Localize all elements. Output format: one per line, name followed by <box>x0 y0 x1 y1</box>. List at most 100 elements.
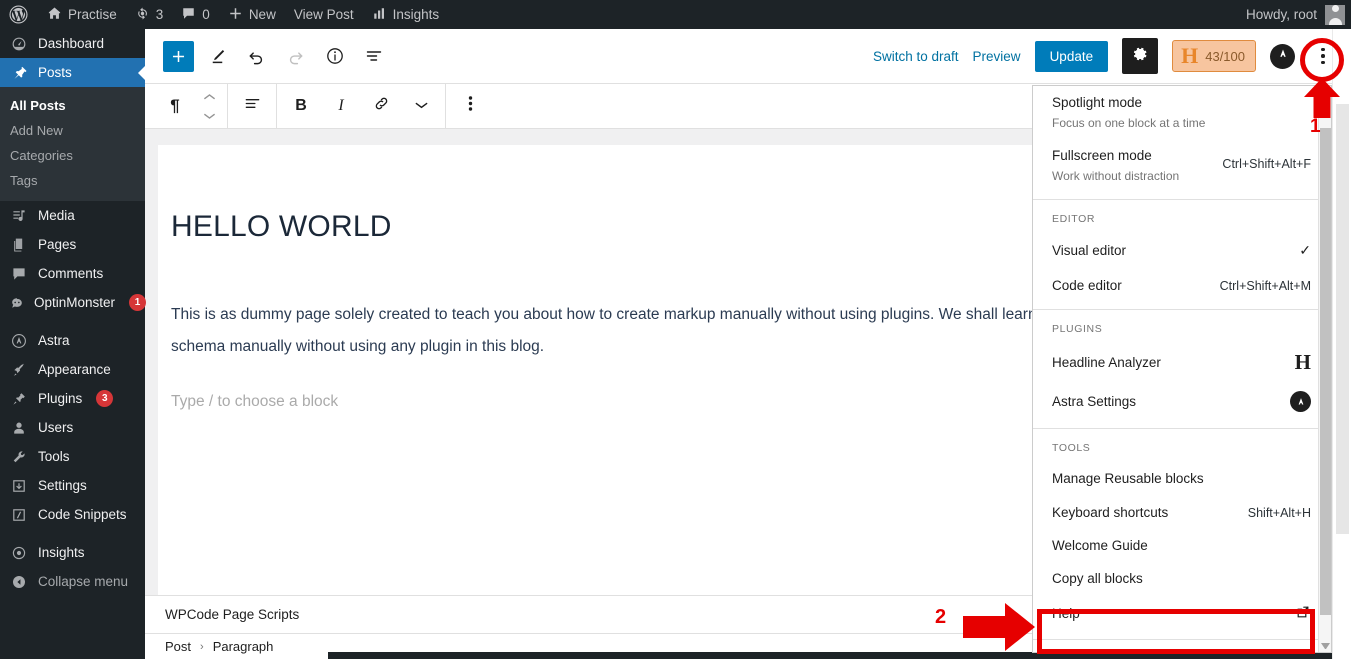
info-button[interactable] <box>319 41 350 72</box>
plugins-badge: 3 <box>96 390 114 407</box>
scroll-down-arrow-icon[interactable] <box>1321 643 1330 652</box>
gear-icon <box>1131 45 1149 68</box>
insights-icon <box>9 545 29 561</box>
updates-indicator[interactable]: 3 <box>126 0 173 29</box>
annotation-step-2: 2 <box>935 606 947 628</box>
list-view-button[interactable] <box>358 41 389 72</box>
astra-icon <box>1290 391 1311 412</box>
editor-options-menu: Spotlight mode Focus on one block at a t… <box>1032 85 1332 653</box>
headline-analyzer-badge[interactable]: H 43/100 <box>1172 40 1256 72</box>
dashboard-icon <box>9 36 29 52</box>
menu-item-welcome-guide[interactable]: Welcome Guide <box>1033 529 1331 562</box>
sidebar-item-appearance[interactable]: Appearance <box>0 355 145 384</box>
home-icon <box>47 6 62 24</box>
menu-item-manage-reusable-blocks[interactable]: Manage Reusable blocks <box>1033 462 1331 495</box>
align-button[interactable] <box>232 84 272 128</box>
page-scrollbar[interactable] <box>1332 29 1351 659</box>
site-name-practise[interactable]: Practise <box>38 0 126 29</box>
menu-divider-3 <box>1033 428 1331 429</box>
menu-item-keyboard-shortcuts[interactable]: Keyboard shortcuts Shift+Alt+H <box>1033 495 1331 529</box>
updates-count: 3 <box>155 7 164 22</box>
page-scrollbar-thumb[interactable] <box>1336 104 1349 534</box>
sidebar-item-insights[interactable]: Insights <box>0 538 145 567</box>
sidebar-item-tags[interactable]: Tags <box>0 168 145 193</box>
menu-group-tools: Tools <box>1052 442 1091 454</box>
edit-tool-button[interactable] <box>202 41 233 72</box>
insights-menu[interactable]: Insights <box>363 0 449 29</box>
account-area[interactable]: Howdy, root <box>1246 4 1351 25</box>
sidebar-item-label: Astra <box>38 333 70 348</box>
preview-button[interactable]: Preview <box>973 49 1021 64</box>
post-paragraph-block[interactable]: This is as dummy page solely created to … <box>158 299 1158 363</box>
move-block-stepper[interactable] <box>195 84 223 128</box>
comments-icon <box>9 266 29 282</box>
sidebar-item-media[interactable]: Media <box>0 201 145 230</box>
code-snippets-icon <box>9 507 29 523</box>
menu-item-code-editor[interactable]: Code editor Ctrl+Shift+Alt+M <box>1033 268 1331 302</box>
annotation-arrow-right <box>963 603 1035 651</box>
sidebar-item-label: Plugins <box>38 391 83 406</box>
headline-analyzer-icon: H <box>1294 350 1311 374</box>
new-label: New <box>248 7 276 22</box>
view-post-link[interactable]: View Post <box>285 0 363 29</box>
italic-button[interactable]: I <box>321 84 361 128</box>
breadcrumb-item-paragraph[interactable]: Paragraph <box>213 639 274 654</box>
sidebar-item-dashboard[interactable]: Dashboard <box>0 29 145 58</box>
block-type-button[interactable]: ¶ <box>155 84 195 128</box>
more-formats-button[interactable] <box>401 84 441 128</box>
sidebar-item-users[interactable]: Users <box>0 413 145 442</box>
settings-sidebar-button[interactable] <box>1122 38 1159 74</box>
menu-item-label: Copy all blocks <box>1052 571 1143 586</box>
sidebar-item-all-posts[interactable]: All Posts <box>0 93 145 118</box>
undo-button[interactable] <box>241 41 272 72</box>
bold-button[interactable]: B <box>281 84 321 128</box>
menu-item-fullscreen-mode[interactable]: Fullscreen mode Work without distraction… <box>1033 139 1331 192</box>
sidebar-item-categories[interactable]: Categories <box>0 143 145 168</box>
sidebar-item-label: Settings <box>38 478 87 493</box>
avatar <box>1325 4 1345 25</box>
editor-header-actions: Switch to draft Preview Update H 43/100 <box>873 38 1337 74</box>
sidebar-item-comments[interactable]: Comments <box>0 259 145 288</box>
link-button[interactable] <box>361 84 401 128</box>
posts-submenu: All Posts Add New Categories Tags <box>0 87 145 201</box>
annotation-circle-options-button <box>1300 38 1344 82</box>
menu-item-spotlight-mode[interactable]: Spotlight mode Focus on one block at a t… <box>1033 86 1331 139</box>
sidebar-item-code-snippets[interactable]: Code Snippets <box>0 500 145 529</box>
sidebar-item-astra[interactable]: Astra <box>0 326 145 355</box>
sidebar-item-label: Collapse menu <box>38 574 129 589</box>
sidebar-item-optinmonster[interactable]: OptinMonster 1 <box>0 288 147 317</box>
menu-scrollbar-thumb[interactable] <box>1320 128 1331 615</box>
menu-scrollbar[interactable] <box>1318 86 1331 652</box>
paragraph-icon: ¶ <box>170 96 180 115</box>
block-options-button[interactable] <box>450 84 490 128</box>
sidebar-item-posts[interactable]: Posts <box>0 58 145 87</box>
sidebar-item-pages[interactable]: Pages <box>0 230 145 259</box>
wordpress-logo-icon[interactable] <box>0 0 38 29</box>
sidebar-item-collapse-menu[interactable]: Collapse menu <box>0 567 145 596</box>
switch-to-draft-button[interactable]: Switch to draft <box>873 49 959 64</box>
astra-settings-button[interactable] <box>1270 43 1295 69</box>
sidebar-item-add-new[interactable]: Add New <box>0 118 145 143</box>
menu-divider-2 <box>1033 309 1331 310</box>
sidebar-item-tools[interactable]: Tools <box>0 442 145 471</box>
redo-button[interactable] <box>280 41 311 72</box>
new-content-menu[interactable]: New <box>219 0 285 29</box>
menu-item-astra-settings[interactable]: Astra Settings <box>1033 382 1331 421</box>
sidebar-item-settings[interactable]: Settings <box>0 471 145 500</box>
menu-item-description: Work without distraction <box>1052 169 1180 183</box>
insights-label: Insights <box>392 7 440 22</box>
add-block-button[interactable] <box>163 40 194 72</box>
breadcrumb-item-post[interactable]: Post <box>165 639 191 654</box>
menu-divider-1 <box>1033 199 1331 200</box>
sidebar-item-label: OptinMonster <box>34 295 116 310</box>
menu-item-shortcut: Ctrl+Shift+Alt+F <box>1222 157 1311 171</box>
update-button[interactable]: Update <box>1034 40 1109 72</box>
sidebar-item-label: Comments <box>38 266 104 281</box>
comments-indicator[interactable]: 0 <box>172 0 219 29</box>
menu-item-copy-all-blocks[interactable]: Copy all blocks <box>1033 562 1331 595</box>
sidebar-item-plugins[interactable]: Plugins 3 <box>0 384 145 413</box>
toolbar-divider-3 <box>445 84 446 128</box>
menu-item-visual-editor[interactable]: Visual editor ✓ <box>1033 233 1331 268</box>
menu-item-headline-analyzer[interactable]: Headline Analyzer H <box>1033 343 1331 382</box>
chart-bars-icon <box>372 6 387 24</box>
